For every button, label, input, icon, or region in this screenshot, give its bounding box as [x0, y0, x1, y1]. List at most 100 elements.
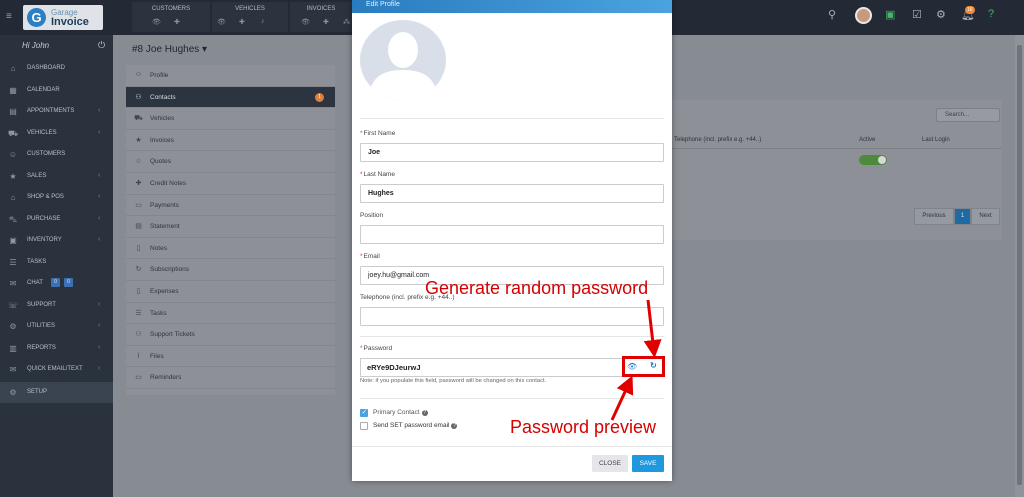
sidebar-item-label: Quick Email/Text — [27, 366, 83, 372]
add-icon[interactable]: ✚ — [239, 18, 245, 26]
last-name-label: *Last Name — [360, 171, 395, 178]
calendar-icon: ▦ — [9, 85, 17, 95]
modal-footer-divider — [352, 446, 672, 447]
customer-menu-item-contacts[interactable]: ⚇ Contacts 1 — [126, 86, 335, 109]
pagination-page-1[interactable]: 1 — [954, 208, 971, 225]
gear-icon[interactable]: ⚙ — [936, 8, 946, 21]
search-icon[interactable]: ⚲ — [828, 8, 836, 21]
customer-menu-item-credit-notes[interactable]: ✚ Credit Notes — [126, 173, 335, 195]
last-name-field[interactable]: Hughes — [360, 184, 664, 203]
user-icon: ☺ — [134, 71, 143, 78]
logo[interactable]: G Garage Invoice — [23, 5, 103, 30]
search-input[interactable]: Search... — [936, 108, 1000, 122]
sidebar-item-chat[interactable]: ✉ Chat 0 0 — [0, 273, 113, 294]
ticket-icon: ⚇ — [135, 331, 142, 339]
customer-menu-item-profile[interactable]: ☺ Profile — [126, 65, 335, 87]
password-field[interactable]: eRYe9DJeurwJ — [360, 358, 624, 377]
primary-contact-checkbox[interactable] — [360, 408, 368, 417]
customer-menu-item-statement[interactable]: ▤ Statement — [126, 216, 335, 238]
sidebar-item-dashboard[interactable]: ⌂ Dashboard — [0, 58, 113, 79]
sidebar-item-inventory[interactable]: ▣ Inventory ‹ — [0, 230, 113, 251]
sidebar-item-label: Support — [27, 301, 56, 308]
sidebar-item-utilities[interactable]: ⚙ Utilities ‹ — [0, 316, 113, 337]
customer-menu-item-subscriptions[interactable]: ↻ Subscriptions — [126, 259, 335, 281]
shop-icon: ⌂ — [10, 193, 16, 202]
topnav-vehicles[interactable]: Vehicles 👁 ✚ ♪ — [212, 2, 288, 32]
customer-menu-item-reminders[interactable]: ▭ Reminders — [126, 367, 335, 389]
sidebar-item-label: Reports — [27, 344, 56, 351]
active-toggle[interactable] — [859, 155, 887, 165]
sidebar-item-setup[interactable]: ⚙ Setup — [0, 382, 113, 403]
sidebar-item-label: Utilities — [27, 323, 56, 329]
customer-menu-item-payments[interactable]: ▭ Payments — [126, 195, 335, 217]
page-title[interactable]: #8 Joe Hughes ▾ — [132, 44, 207, 55]
add-icon[interactable]: ✚ — [323, 18, 329, 26]
tasks-icon: ☰ — [9, 257, 17, 267]
chevron-left-icon: ‹ — [98, 236, 101, 243]
page-scrollbar[interactable] — [1015, 35, 1024, 497]
chevron-left-icon: ‹ — [98, 193, 101, 200]
view-icon[interactable]: 👁 — [152, 18, 161, 26]
customer-menu-item-invoices[interactable]: ★ Invoices — [126, 130, 335, 152]
sidebar-item-vehicles[interactable]: ⛟ Vehicles ‹ — [0, 123, 113, 144]
position-field[interactable] — [360, 225, 664, 244]
power-icon[interactable]: ⏻ — [98, 40, 105, 51]
customer-menu-label: Credit Notes — [150, 180, 187, 187]
bell-icon[interactable]: ♪ — [261, 18, 265, 25]
annotation-highlight-box — [622, 356, 665, 377]
sidebar-item-label: Customers — [27, 151, 66, 157]
send-password-email-checkbox[interactable] — [360, 422, 368, 430]
pagination-previous[interactable]: Previous — [914, 208, 954, 225]
topnav-invoices[interactable]: Invoices 👁 ✚ ⁂ — [290, 2, 352, 32]
expenses-icon: ▯ — [136, 288, 141, 295]
help-icon[interactable]: ? — [421, 410, 428, 416]
customer-menu-item-expenses[interactable]: ▯ Expenses — [126, 281, 335, 303]
sidebar-item-appointments[interactable]: ▤ Appointments ‹ — [0, 101, 113, 122]
notes-icon: ▯ — [136, 244, 141, 252]
sidebar-item-sales[interactable]: ★ Sales ‹ — [0, 166, 113, 187]
help-icon[interactable]: ? — [988, 8, 994, 20]
statement-icon: ▤ — [135, 223, 142, 231]
customer-menu-item-tasks[interactable]: ☰ Tasks — [126, 303, 335, 325]
sidebar-item-tasks[interactable]: ☰ Tasks — [0, 252, 113, 273]
chevron-left-icon: ‹ — [98, 365, 101, 372]
users-icon: ⚇ — [135, 93, 142, 101]
sidebar-item-quick-email[interactable]: ✉ Quick Email/Text ‹ — [0, 359, 113, 380]
sidebar-item-support[interactable]: ☏ Support ‹ — [0, 295, 113, 316]
group-icon[interactable]: ⁂ — [343, 18, 350, 26]
menu-toggle-icon[interactable]: ≡ — [6, 12, 15, 22]
sidebar-item-reports[interactable]: ▥ Reports ‹ — [0, 338, 113, 359]
customer-menu-item-support-tickets[interactable]: ⚇ Support Tickets — [126, 324, 335, 346]
help-icon[interactable]: ? — [451, 423, 458, 429]
topnav-customers[interactable]: Customers 👁 ✚ — [132, 2, 210, 32]
customer-menu-item-quotes[interactable]: ☆ Quotes — [126, 151, 335, 173]
add-icon[interactable]: ✚ — [174, 18, 180, 26]
sidebar-item-purchase[interactable]: ⛍ Purchase ‹ — [0, 209, 113, 230]
chevron-left-icon: ‹ — [98, 107, 101, 114]
email-label: *Email — [360, 253, 380, 260]
view-icon[interactable]: 👁 — [217, 18, 226, 26]
chat-icon[interactable]: ▣ — [885, 8, 895, 21]
sidebar-item-customers[interactable]: ☺ Customers — [0, 144, 113, 165]
customer-menu-label: Subscriptions — [150, 266, 190, 274]
column-header-telephone: Telephone (incl. prefix e.g. +44..) — [674, 137, 762, 143]
checklist-icon[interactable]: ☑ — [912, 8, 922, 21]
save-button[interactable]: SAVE — [632, 455, 664, 472]
sidebar-item-shop-pos[interactable]: ⌂ Shop & POS ‹ — [0, 187, 113, 208]
view-icon[interactable]: 👁 — [301, 18, 310, 26]
avatar[interactable] — [855, 7, 872, 24]
pagination-next[interactable]: Next — [971, 208, 1000, 225]
first-name-field[interactable]: Joe — [360, 143, 664, 162]
scrollbar-thumb[interactable] — [1017, 45, 1022, 485]
notification-badge: 16 — [965, 6, 975, 14]
sidebar-item-calendar[interactable]: ▦ Calendar — [0, 80, 113, 101]
sidebar-item-label: Appointments — [27, 108, 75, 114]
telephone-field[interactable] — [360, 307, 664, 326]
customer-menu-item-vehicles[interactable]: ⛟ Vehicles — [126, 108, 335, 130]
password-label: *Password — [360, 345, 393, 352]
close-button[interactable]: CLOSE — [592, 455, 628, 472]
customer-menu-item-files[interactable]: ⌇ Files — [126, 346, 335, 368]
customer-menu-item-notes[interactable]: ▯ Notes — [126, 238, 335, 260]
profile-picture[interactable] — [360, 20, 446, 100]
customer-menu-label: Files — [150, 352, 164, 360]
